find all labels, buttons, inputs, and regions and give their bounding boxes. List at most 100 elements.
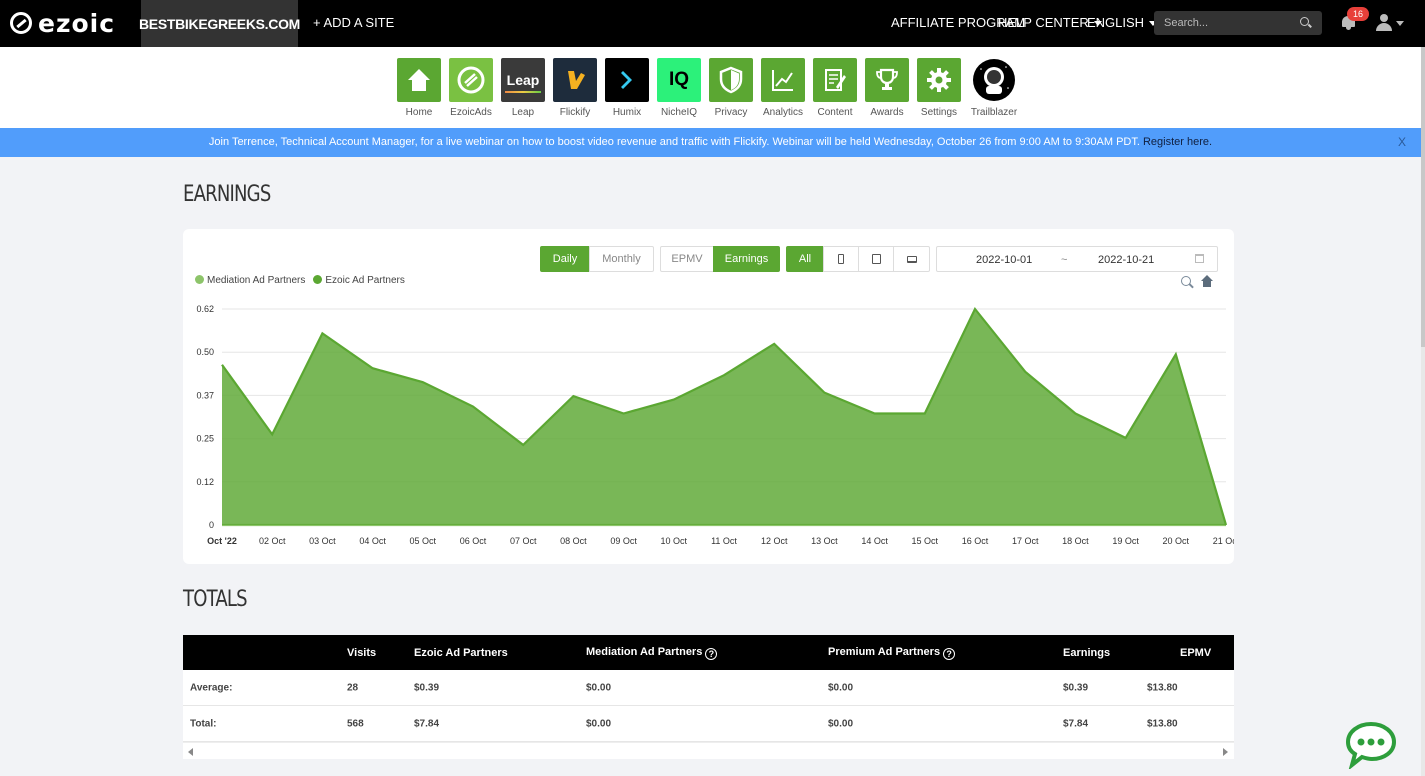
all-devices-button[interactable]: All — [786, 246, 824, 272]
earnings-button[interactable]: Earnings — [713, 246, 780, 272]
epmv-button[interactable]: EPMV — [660, 246, 714, 272]
site-selector[interactable]: BESTBIKEGREEKS.COM — [139, 0, 300, 47]
cell-premium: $0.00 — [828, 718, 854, 729]
x-tick-label: 15 Oct — [912, 536, 939, 546]
top-bar: ezoic BESTBIKEGREEKS.COM + ADD A SITE AF… — [0, 0, 1425, 47]
notification-count-badge: 16 — [1347, 7, 1369, 21]
cell-earnings: $0.39 — [1063, 682, 1089, 693]
legend-item-ezoic[interactable]: Ezoic Ad Partners — [313, 275, 405, 286]
nicheiq-icon: IQ — [657, 58, 701, 102]
close-icon[interactable]: X — [1398, 128, 1406, 157]
app-content[interactable]: Content — [813, 58, 857, 118]
app-leap[interactable]: Leap Leap — [501, 58, 545, 118]
desktop-icon — [906, 255, 917, 263]
col-mediation-ad-partners: Mediation Ad Partners? — [586, 646, 718, 660]
row-label: Total: — [190, 718, 217, 729]
zoom-icon[interactable] — [1181, 276, 1191, 286]
earnings-chart-card: Daily Monthly EPMV Earnings All 2022-10-… — [183, 229, 1234, 564]
page-scrollbar[interactable] — [1421, 47, 1425, 776]
date-to[interactable]: 2022-10-21 — [1098, 254, 1154, 266]
x-tick-label: 13 Oct — [811, 536, 838, 546]
calendar-icon[interactable] — [1195, 254, 1204, 263]
app-flickify[interactable]: Flickify — [553, 58, 597, 118]
app-settings[interactable]: Settings — [917, 58, 961, 118]
chat-bubble-icon[interactable] — [1344, 721, 1398, 771]
mobile-button[interactable] — [823, 246, 859, 272]
cell-visits: 28 — [347, 682, 359, 693]
table-header: Visits Ezoic Ad Partners Mediation Ad Pa… — [183, 635, 1234, 670]
x-tick-label: 12 Oct — [761, 536, 788, 546]
x-tick-label: 05 Oct — [410, 536, 437, 546]
help-icon[interactable]: ? — [705, 647, 718, 660]
legend-item-mediation[interactable]: Mediation Ad Partners — [195, 275, 305, 286]
content-icon — [813, 58, 857, 102]
astronaut-icon — [972, 58, 1016, 102]
humix-icon — [605, 58, 649, 102]
desktop-button[interactable] — [893, 246, 930, 272]
table-row: Total: 568 $7.84 $0.00 $0.00 $7.84 $13.8… — [183, 706, 1234, 742]
tablet-button[interactable] — [858, 246, 894, 272]
search-input[interactable] — [1154, 11, 1322, 35]
monthly-button[interactable]: Monthly — [589, 246, 654, 272]
user-avatar-icon[interactable] — [1376, 14, 1392, 31]
x-tick-label: 02 Oct — [259, 536, 286, 546]
x-tick-label: 03 Oct — [309, 536, 336, 546]
scroll-left-icon[interactable] — [188, 748, 193, 756]
earnings-title: EARNINGS — [183, 182, 271, 207]
x-tick-label: 07 Oct — [510, 536, 537, 546]
home-icon — [397, 58, 441, 102]
app-humix[interactable]: Humix — [605, 58, 649, 118]
x-tick-label: 14 Oct — [861, 536, 888, 546]
scroll-right-icon[interactable] — [1223, 748, 1228, 756]
app-home[interactable]: Home — [397, 58, 441, 118]
x-tick-label: 16 Oct — [962, 536, 989, 546]
x-tick-label: 19 Oct — [1112, 536, 1139, 546]
user-menu-chevron-icon[interactable] — [1396, 21, 1404, 26]
series-area-1 — [222, 309, 1226, 525]
app-ezoicads[interactable]: EzoicAds — [449, 58, 493, 118]
y-tick-label: 0.37 — [196, 390, 214, 400]
cell-epmv: $13.80 — [1147, 682, 1178, 693]
mobile-icon — [838, 254, 844, 264]
register-link[interactable]: Register here. — [1143, 136, 1212, 148]
app-privacy[interactable]: Privacy — [709, 58, 753, 118]
table-horizontal-scrollbar[interactable] — [183, 742, 1234, 759]
scrollbar-thumb[interactable] — [1421, 47, 1425, 347]
app-analytics[interactable]: Analytics — [761, 58, 805, 118]
totals-title: TOTALS — [183, 587, 248, 612]
x-tick-label: 08 Oct — [560, 536, 587, 546]
add-site-link[interactable]: + ADD A SITE — [313, 15, 394, 30]
banner-text: Join Terrence, Technical Account Manager… — [208, 136, 1140, 148]
date-range-picker[interactable]: 2022-10-01 ~ 2022-10-21 — [936, 246, 1218, 272]
search-icon[interactable] — [1300, 17, 1309, 26]
x-tick-label: 09 Oct — [610, 536, 637, 546]
leap-icon: Leap — [501, 58, 545, 102]
y-tick-label: 0.25 — [196, 434, 214, 444]
x-tick-label: 17 Oct — [1012, 536, 1039, 546]
table-row: Average: 28 $0.39 $0.00 $0.00 $0.39 $13.… — [183, 670, 1234, 706]
ezoicads-icon — [449, 58, 493, 102]
date-separator: ~ — [1061, 254, 1068, 266]
cell-mediation: $0.00 — [586, 718, 612, 729]
app-awards[interactable]: Awards — [865, 58, 909, 118]
y-tick-label: 0 — [209, 520, 214, 530]
reset-zoom-home-icon[interactable] — [1201, 275, 1213, 287]
totals-table: Visits Ezoic Ad Partners Mediation Ad Pa… — [183, 635, 1234, 759]
brand-name: ezoic — [38, 8, 116, 38]
app-trailblazer[interactable]: Trailblazer — [971, 58, 1017, 118]
x-tick-label: Oct '22 — [207, 536, 237, 546]
x-tick-label: 20 Oct — [1163, 536, 1190, 546]
ezoic-logo[interactable]: ezoic — [10, 8, 116, 38]
col-ezoic-ad-partners: Ezoic Ad Partners — [414, 646, 508, 659]
help-icon[interactable]: ? — [943, 647, 956, 660]
app-nicheiq[interactable]: IQ NicheIQ — [657, 58, 701, 118]
analytics-icon — [761, 58, 805, 102]
language-menu[interactable]: ENGLISH — [1087, 15, 1158, 30]
x-tick-label: 10 Oct — [661, 536, 688, 546]
col-epmv: EPMV — [1180, 646, 1212, 659]
trophy-icon — [865, 58, 909, 102]
daily-button[interactable]: Daily — [540, 246, 590, 272]
date-from[interactable]: 2022-10-01 — [976, 254, 1032, 266]
col-earnings: Earnings — [1063, 646, 1111, 659]
row-label: Average: — [190, 682, 233, 693]
